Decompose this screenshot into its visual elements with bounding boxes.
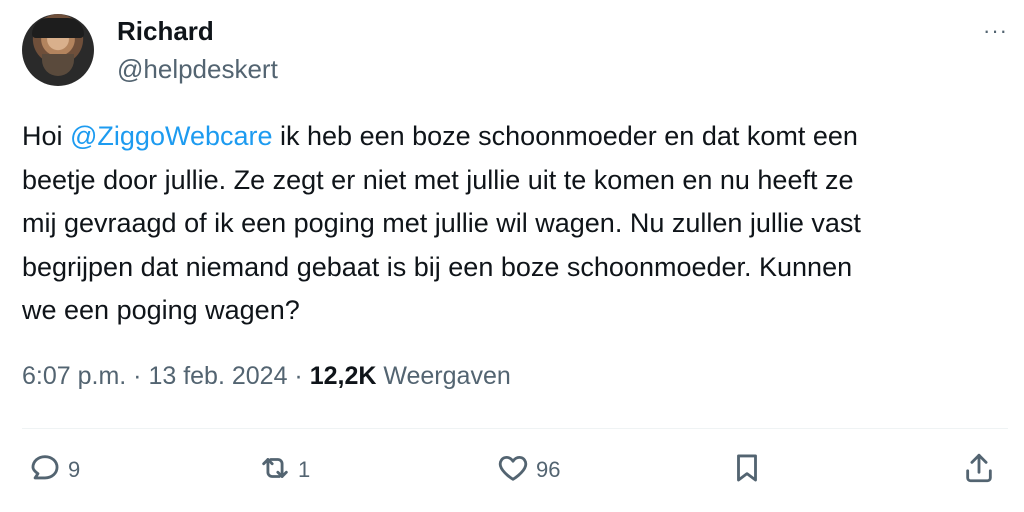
tweet-meta: 6:07 p.m. · 13 feb. 2024 · 12,2K Weergav…	[22, 362, 511, 391]
meta-separator: ·	[287, 362, 310, 390]
reply-button[interactable]: 9	[28, 450, 80, 490]
heart-icon	[496, 451, 530, 490]
like-button[interactable]: 96	[496, 450, 560, 490]
reply-icon	[28, 451, 62, 490]
avatar-beard	[42, 54, 74, 76]
share-icon	[962, 451, 996, 490]
mention-link[interactable]: @ZiggoWebcare	[70, 121, 273, 151]
tweet-time[interactable]: 6:07 p.m.	[22, 362, 126, 390]
share-button[interactable]	[962, 450, 996, 490]
bookmark-icon	[730, 451, 764, 490]
author-name[interactable]: Richard	[117, 16, 214, 47]
like-count: 96	[536, 457, 561, 482]
reply-count: 9	[68, 457, 81, 482]
avatar[interactable]	[22, 14, 94, 86]
bookmark-button[interactable]	[730, 450, 764, 490]
tweet-body: ik heb een boze schoonmoeder en dat komt…	[22, 121, 861, 325]
meta-separator: ·	[126, 362, 149, 390]
more-options-icon[interactable]: ···	[983, 18, 1008, 44]
avatar-cap	[32, 18, 84, 38]
views-label: Weergaven	[383, 362, 511, 390]
repost-icon	[258, 451, 292, 490]
tweet-date[interactable]: 13 feb. 2024	[148, 362, 287, 390]
tweet-prefix: Hoi	[22, 121, 71, 151]
repost-button[interactable]: 1	[258, 450, 310, 490]
author-handle[interactable]: @helpdeskert	[117, 54, 278, 85]
views-count: 12,2K	[309, 362, 377, 390]
tweet-text: Hoi @ZiggoWebcare ik heb een boze schoon…	[22, 115, 1012, 333]
divider	[22, 428, 1008, 429]
repost-count: 1	[298, 457, 311, 482]
